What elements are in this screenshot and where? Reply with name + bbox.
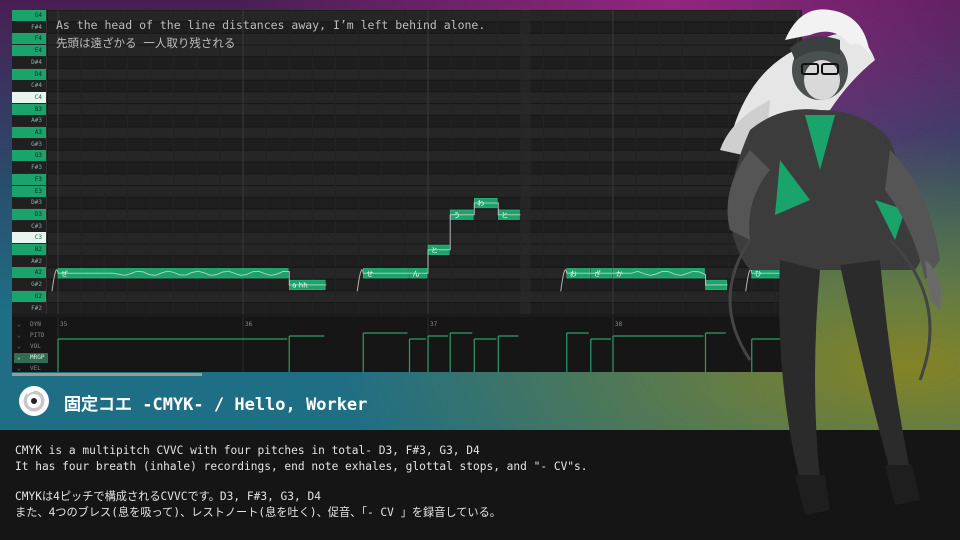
grid-row: [48, 232, 802, 244]
grid-row: [48, 208, 802, 221]
parameter-panel[interactable]: 35 36 37 38 ⌄ DYN ⌄ PITD ⌄ VOL ⌄ MRGP ⌄ VEL: [12, 317, 802, 372]
grid-row: [48, 80, 802, 92]
piano-key-e3[interactable]: E3: [12, 185, 46, 197]
grid-row: [48, 115, 802, 127]
grid-row: [48, 255, 802, 268]
piano-key-g4[interactable]: G4: [12, 10, 46, 21]
piano-key-f4[interactable]: F4: [12, 33, 46, 45]
song-title: 固定コエ -CMYK- / Hello, Worker: [64, 395, 368, 415]
grid-row: [48, 162, 802, 174]
piano-key-dsharp3[interactable]: D#3: [12, 197, 46, 209]
piano-key-fsharp4[interactable]: F#4: [12, 21, 46, 33]
note-lyric-6: わ: [477, 200, 484, 208]
piano-key-a3[interactable]: A3: [12, 127, 46, 138]
parameter-graph[interactable]: 35 36 37 38: [12, 317, 802, 372]
horizontal-scrollbar[interactable]: [12, 373, 202, 376]
piano-key-c3[interactable]: C3: [12, 232, 46, 244]
grid-row: [48, 103, 802, 116]
piano-key-fsharp2[interactable]: F#2: [12, 302, 46, 314]
piano-key-g3[interactable]: G3: [12, 150, 46, 162]
playhead-region: [520, 10, 531, 314]
grid-row: [48, 220, 802, 233]
piano-key-csharp3[interactable]: C#3: [12, 220, 46, 232]
piano-key-d3[interactable]: D3: [12, 208, 46, 220]
grid-row: [48, 138, 802, 151]
grid-row: [48, 127, 802, 139]
description-en-line-1: CMYK is a multipitch CVVC with four pitc…: [15, 444, 480, 457]
piano-key-g2[interactable]: G2: [12, 290, 46, 302]
note-lyric-4: と: [431, 247, 438, 255]
note-lyric-7: と: [501, 211, 508, 219]
chevron-down-icon: ⌄: [17, 321, 21, 328]
lyric-line-english: As the head of the line distances away, …: [56, 18, 486, 32]
grid-row: [48, 185, 802, 198]
grid-row: [48, 197, 802, 209]
piano-roll-editor[interactable]: G4 F#4 F4 E4 D#4 D4 C#4 C4 B3 A#3 A3 G#3 G3 F#3 F3 E3 D#…: [12, 10, 802, 372]
grid-row: [48, 56, 802, 69]
piano-key-f3[interactable]: F3: [12, 173, 46, 185]
bar-number-37: 37: [430, 321, 438, 328]
character-illustration: [720, 9, 941, 515]
chevron-down-icon: ⌄: [17, 332, 21, 339]
description: CMYK is a multipitch CVVC with four pitc…: [15, 443, 588, 520]
note-lyric-2: せ: [366, 270, 373, 278]
grid-row: [48, 150, 802, 163]
note-lyric-8: お: [570, 270, 577, 278]
note-lyric-1: a hh: [292, 282, 307, 290]
grid-row: [48, 302, 802, 315]
note-grid[interactable]: ぜa hhせんとうわとおざかひとりとりのされ: [48, 10, 802, 315]
piano-key-fsharp3[interactable]: F#3: [12, 162, 46, 174]
lyric-overlay: As the head of the line distances away, …: [56, 16, 485, 52]
description-en-line-2: It has four breath (inhale) recordings, …: [15, 459, 588, 473]
description-jp-line-1: CMYKは4ピッチで構成されるCVVCです。D3, F#3, G3, D4: [15, 490, 321, 503]
piano-key-gsharp3[interactable]: G#3: [12, 138, 46, 150]
piano-key-asharp3[interactable]: A#3: [12, 115, 46, 127]
description-jp-line-2: また、4つのブレス(息を吸って)、レストノート(息を吐く)、促音、「- CV 」…: [15, 505, 501, 519]
piano-key-d4[interactable]: D4: [12, 68, 46, 80]
piano-key-asharp2[interactable]: A#2: [12, 255, 46, 267]
param-tab-dyn[interactable]: ⌄ DYN: [14, 320, 48, 330]
piano-key-a2[interactable]: A2: [12, 267, 46, 279]
chevron-down-icon: ⌄: [17, 365, 21, 372]
piano-key-c4[interactable]: C4: [12, 91, 46, 103]
lyric-line-japanese: 先頭は遠ざかる 一人取り残される: [56, 36, 236, 50]
grid-row: [48, 68, 802, 81]
piano-keyboard[interactable]: G4 F#4 F4 E4 D#4 D4 C#4 C4 B3 A#3 A3 G#3 G3 F#3 F3 E3 D#…: [12, 10, 47, 314]
note-lyric-0: ぜ: [61, 270, 68, 278]
bar-number-35: 35: [60, 321, 68, 328]
grid-row: [48, 244, 802, 256]
param-tab-mrgp[interactable]: ⌄ MRGP: [14, 353, 48, 363]
piano-key-b3[interactable]: B3: [12, 103, 46, 115]
note-grid-canvas[interactable]: ぜa hhせんとうわとおざかひとりとりのされ: [48, 10, 802, 315]
grid-row: [48, 173, 802, 186]
note-lyric-5: う: [453, 211, 460, 219]
param-tab-pitd[interactable]: ⌄ PITD: [14, 331, 48, 341]
note-lyric-3: ん: [413, 270, 420, 278]
grid-row: [48, 279, 802, 291]
piano-key-dsharp4[interactable]: D#4: [12, 56, 46, 68]
note-lyric-10: か: [616, 270, 623, 278]
param-bg: [12, 317, 802, 372]
piano-key-gsharp2[interactable]: G#2: [12, 279, 46, 291]
param-tab-vel[interactable]: ⌄ VEL: [14, 364, 48, 372]
disc-icon: [19, 386, 49, 416]
chevron-down-icon: ⌄: [17, 354, 21, 361]
bar-number-36: 36: [245, 321, 253, 328]
piano-key-csharp4[interactable]: C#4: [12, 80, 46, 92]
chevron-down-icon: ⌄: [17, 343, 21, 350]
bar-number-38: 38: [615, 321, 623, 328]
piano-key-b2[interactable]: B2: [12, 244, 46, 255]
param-tab-vol[interactable]: ⌄ VOL: [14, 342, 48, 352]
grid-row: [48, 91, 802, 104]
piano-key-e4[interactable]: E4: [12, 45, 46, 57]
grid-row: [48, 290, 802, 303]
